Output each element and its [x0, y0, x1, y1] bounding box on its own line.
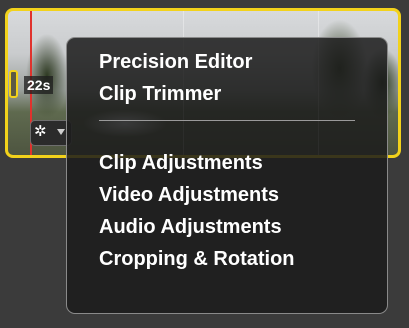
- chevron-down-icon: [57, 129, 65, 135]
- menu-item-precision-editor[interactable]: Precision Editor: [67, 46, 387, 78]
- menu-separator: [99, 120, 355, 121]
- menu-item-audio-adjustments[interactable]: Audio Adjustments: [67, 211, 387, 243]
- menu-item-clip-trimmer[interactable]: Clip Trimmer: [67, 78, 387, 110]
- clip-duration-label: 22s: [24, 76, 54, 94]
- menu-item-video-adjustments[interactable]: Video Adjustments: [67, 179, 387, 211]
- menu-item-clip-adjustments[interactable]: Clip Adjustments: [67, 147, 387, 179]
- clip-trim-handle[interactable]: [9, 70, 18, 98]
- clip-actions-menu: Precision Editor Clip Trimmer Clip Adjus…: [66, 37, 388, 314]
- gear-icon: ✲: [34, 123, 47, 140]
- menu-item-cropping-rotation[interactable]: Cropping & Rotation: [67, 243, 387, 275]
